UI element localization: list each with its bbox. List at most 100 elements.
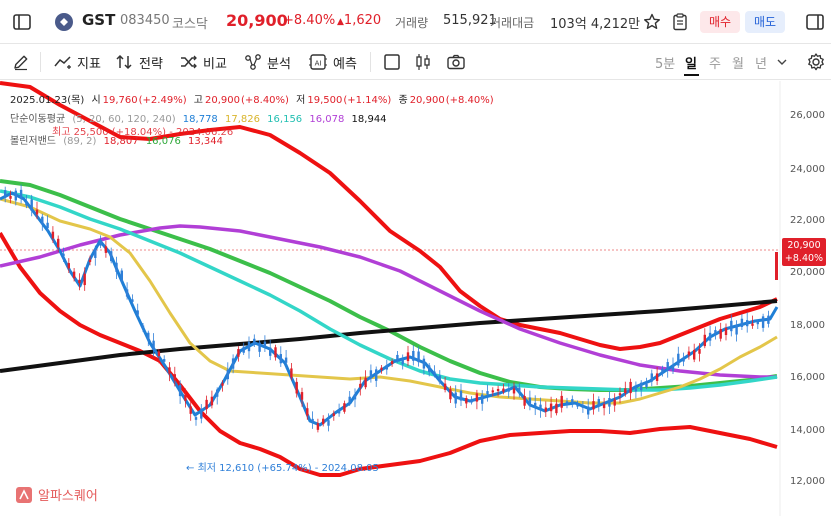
change-amount: ▲1,620 [337,13,381,28]
pencil-icon[interactable] [12,53,30,71]
candle-body [746,320,749,327]
ticker-symbol: GST [82,11,116,29]
candle-body [125,289,129,297]
candle-body [226,369,229,380]
candle-body [666,362,669,370]
stock-code: 083450 [120,13,170,28]
candle-body [422,358,426,369]
candle-body [157,351,161,357]
candle-body [703,334,706,347]
forecast-label: 예측 [333,56,357,72]
tag-price: 20,900 [787,240,821,251]
candle-body [35,209,39,215]
legend-low: 19,500 [307,95,343,106]
panel-toggle-icon[interactable] [805,12,825,32]
ai-chip-icon: AI [309,54,327,70]
candle-body [401,359,404,365]
candle-body [560,395,563,408]
strategy-icon [116,54,132,70]
star-icon[interactable] [642,12,662,32]
candle-body [449,389,452,400]
candle-body [99,239,102,246]
candle-body [640,382,643,391]
candle-body [491,390,494,393]
candle-body [587,406,590,415]
toolbar-divider [40,52,41,72]
legend-date: 2025.01.23(목) [10,95,85,106]
candle-body [613,399,616,406]
candle-body [168,367,171,374]
timeframe-day[interactable]: 일 [685,53,697,72]
volume-label: 거래량 [395,16,429,30]
candle-body [25,202,28,206]
candle-body [274,347,277,358]
strategy-button[interactable]: 전략 [116,52,163,72]
sidebar-toggle-icon[interactable] [12,12,32,32]
timeframe-5min[interactable]: 5분 [655,53,675,72]
axis-tick: 12,000 [790,476,825,487]
candlestick-icon[interactable] [414,53,432,71]
ma120-value: 16,078 [309,114,345,125]
candlesticks [4,184,778,433]
forecast-button[interactable]: AI 예측 [308,52,357,72]
candle-body [655,373,659,381]
candle-body [322,418,325,425]
compare-button[interactable]: 비교 [180,52,227,72]
candle-body [210,396,214,406]
candle-body [216,389,219,397]
candle-body [390,361,394,365]
timeframe-week[interactable]: 주 [709,53,721,72]
candle-body [507,389,510,392]
candle-body [290,368,293,378]
axis-tick: 14,000 [790,425,825,436]
candle-body [428,365,431,372]
indicator-icon [54,56,71,69]
candle-body [258,342,261,352]
indicator-button[interactable]: 지표 [54,52,101,72]
candle-body [242,346,245,353]
indicator-label: 지표 [77,56,101,72]
candle-body [565,401,569,405]
candle-body [396,354,399,361]
candle-body [523,395,526,406]
moving-averages [0,189,779,427]
candle-body [539,404,542,410]
timeframe-month[interactable]: 월 [732,53,744,72]
square-icon[interactable] [383,53,401,71]
chart-toolbar: 지표 전략 비교 분석 AI 예측 5분 일 주 월 년 [0,44,831,80]
candle-body [693,349,696,360]
axis-tick: 26,000 [790,110,825,121]
chevron-down-icon[interactable] [777,57,787,67]
candle-body [481,394,484,404]
tag-pct: +8.40% [784,253,824,264]
gear-icon[interactable] [806,52,826,72]
camera-icon[interactable] [446,53,466,71]
price-chart[interactable]: 2025.01.23(목) 시 19,760(+2.49%) 고 20,900(+8… [0,81,831,516]
candle-body [364,377,367,388]
change-percent: +8.40% [283,13,336,28]
candle-body [730,320,733,332]
candle-body [173,374,176,381]
candle-body [380,367,383,370]
min-marker: ← 최저 12,610 (+65.74%) - 2024.08.05 [186,459,379,474]
legend-close-label: 종 [398,95,408,106]
buy-button[interactable]: 매수 [700,11,740,33]
candle-body [205,399,208,410]
amount-label: 거래대금 [490,16,535,30]
clipboard-icon[interactable] [670,12,690,32]
bb-legend-label: 볼린저밴드 [10,136,56,147]
candle-body [14,190,17,201]
candle-body [194,417,198,420]
analysis-button[interactable]: 분석 [244,52,291,72]
up-triangle-icon: ▲ [337,17,344,27]
candle-body [761,316,765,328]
candle-body [72,271,76,279]
candle-body [136,310,139,315]
timeframe-year[interactable]: 년 [755,53,767,72]
candle-body [677,353,680,366]
axis-tick: 18,000 [790,320,825,331]
candle-body [359,383,362,388]
sell-button[interactable]: 매도 [745,11,785,33]
candle-body [751,323,754,326]
candle-body [369,370,373,379]
